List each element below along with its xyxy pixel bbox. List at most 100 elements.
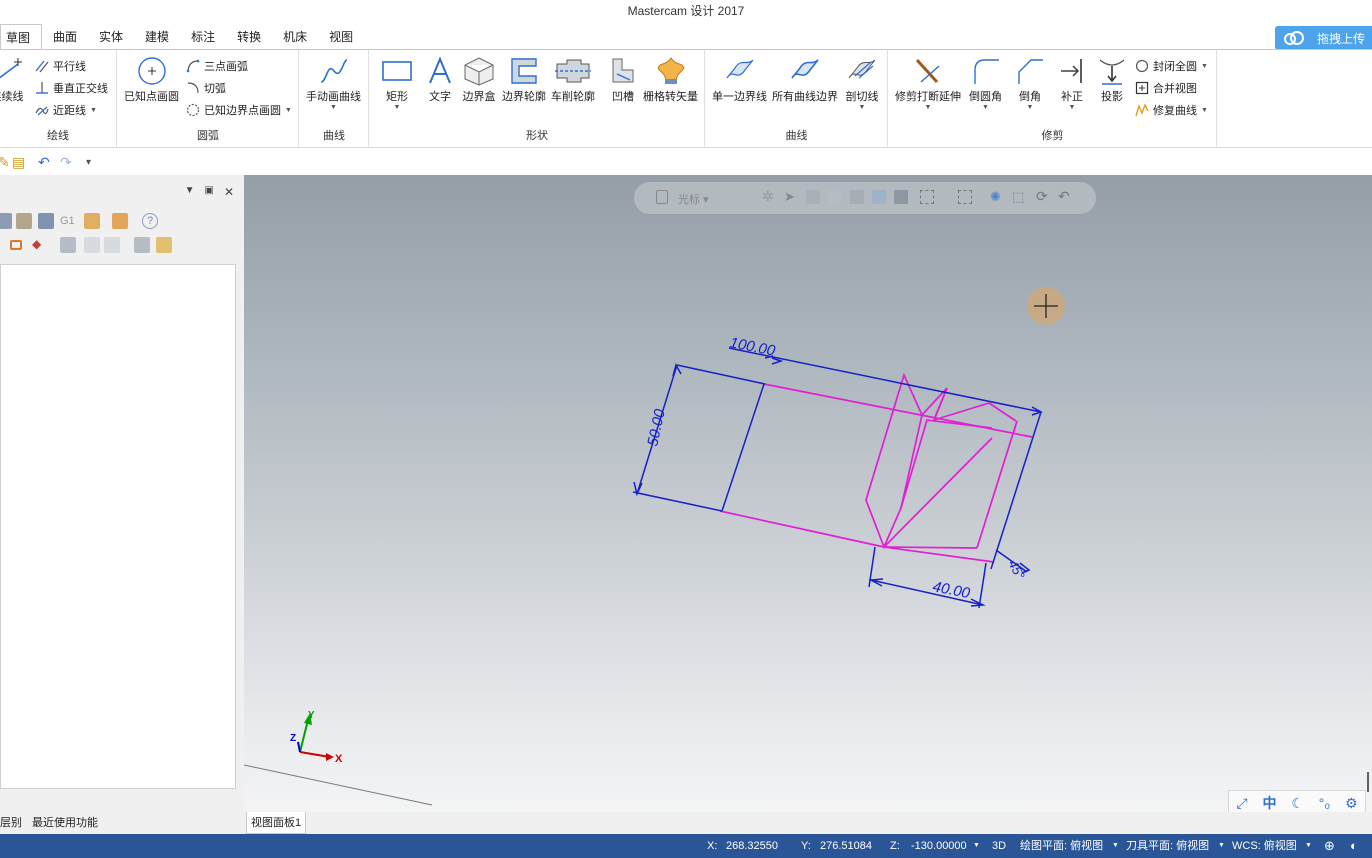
- upload-label: 拖拽上传: [1317, 31, 1366, 46]
- graph-icon[interactable]: [134, 237, 150, 253]
- customize-qat-icon[interactable]: ▾: [86, 157, 91, 168]
- tab-view-panel-1[interactable]: 视图面板1: [246, 812, 307, 834]
- upload-button[interactable]: 拖拽上传: [1275, 26, 1372, 50]
- manual-curve-button[interactable]: 手动画曲线 ▼: [306, 56, 361, 112]
- slice-curve-button[interactable]: 剖切线 ▼: [845, 56, 879, 112]
- turn-profile-button[interactable]: 车削轮廓: [551, 56, 595, 104]
- surface-edge-icon: [725, 59, 753, 79]
- panel-menu-icon[interactable]: ▼: [185, 185, 195, 199]
- perpendicular-line-button[interactable]: 垂直正交线: [35, 80, 108, 96]
- part-geometry[interactable]: [719, 372, 1033, 563]
- construction-plane[interactable]: 绘图平面: 俯视图: [1020, 834, 1103, 858]
- trim-icon: [915, 58, 940, 84]
- graphics-viewport[interactable]: 光标 ▾ ✲ ➤ ✺ ⬚ ⟳ ↶ 100.00 50.00 40.00 45° …: [244, 175, 1372, 812]
- trim-break-extend-button[interactable]: 修剪打断延伸 ▼: [895, 56, 961, 112]
- text-button[interactable]: 文字: [425, 56, 455, 104]
- operations-tree[interactable]: [0, 264, 236, 789]
- z-dropdown-icon[interactable]: ▼: [973, 834, 980, 858]
- tab-solid[interactable]: 实体: [88, 24, 134, 50]
- tab-dimension[interactable]: 标注: [180, 24, 226, 50]
- closest-line-button[interactable]: 近距线 ▼: [35, 102, 97, 118]
- tab-transform[interactable]: 转换: [226, 24, 272, 50]
- arc-3-points-button[interactable]: 三点画弧: [186, 58, 248, 74]
- mode-3d-toggle[interactable]: 3D: [992, 834, 1006, 858]
- tab-view[interactable]: 视图: [318, 24, 364, 50]
- tab-model[interactable]: 建模: [134, 24, 180, 50]
- move-icon[interactable]: [104, 237, 120, 253]
- stock-icon[interactable]: [38, 213, 54, 229]
- tab-sketch[interactable]: 草图: [0, 24, 43, 50]
- line-icon: [0, 58, 22, 79]
- dots-icon[interactable]: °₀: [1319, 795, 1330, 811]
- groove-button[interactable]: 凹槽: [608, 56, 638, 104]
- all-curve-edges-button[interactable]: 所有曲线边界: [772, 56, 838, 104]
- groove-icon: [612, 58, 634, 83]
- gear-icon[interactable]: ⚙: [1345, 795, 1358, 812]
- dimension-angle: 45°: [1005, 557, 1027, 581]
- save-icon[interactable]: ▤: [12, 154, 25, 171]
- copy-icon[interactable]: [84, 237, 100, 253]
- parallel-line-button[interactable]: 平行线: [35, 58, 86, 74]
- tool-plane[interactable]: 刀具平面: 俯视图: [1126, 834, 1209, 858]
- circle-edge-point-button[interactable]: 已知边界点画圆 ▼: [186, 102, 292, 118]
- join-entities-button[interactable]: 合并视图: [1135, 80, 1197, 96]
- redo-icon[interactable]: ↷: [60, 154, 72, 171]
- tplane-dropdown-icon[interactable]: ▼: [1218, 834, 1225, 858]
- z-depth[interactable]: -130.00000: [911, 834, 967, 858]
- panel-toolbar-1: G1 ?: [0, 211, 244, 233]
- group-label-curve-boundary: 曲线: [785, 130, 808, 142]
- display-icon[interactable]: ◐: [1350, 834, 1358, 858]
- wcs-dropdown-icon[interactable]: ▼: [1305, 834, 1312, 858]
- select-icon[interactable]: [10, 240, 22, 250]
- viewport-nav-toolbar: ⤢ 中 ☾ °₀ ⚙: [1228, 790, 1366, 812]
- panel-pin-icon[interactable]: ▣: [204, 185, 213, 199]
- bounding-box-button[interactable]: 边界盒: [462, 56, 496, 104]
- tab-machine[interactable]: 机床: [272, 24, 318, 50]
- project-button[interactable]: 投影: [1097, 56, 1127, 104]
- group-curve-boundary: 单一边界线 所有曲线边界 剖切线 ▼ 曲线: [706, 50, 888, 147]
- circle-center-point-button[interactable]: 已知点画圆: [124, 56, 179, 104]
- rectangle-button[interactable]: 矩形 ▼: [380, 56, 414, 112]
- group-label-shape: 形状: [526, 130, 548, 142]
- continuous-line-button[interactable]: 连续线: [0, 58, 24, 104]
- status-bar: X: 268.32550 Y: 276.51084 Z: -130.00000 …: [0, 834, 1372, 858]
- layers-icon[interactable]: [0, 213, 12, 229]
- full-circle-icon: [1135, 59, 1149, 73]
- cplane-dropdown-icon[interactable]: ▼: [1112, 834, 1119, 858]
- panel-close-icon[interactable]: ✕: [224, 185, 234, 199]
- g1-icon[interactable]: G1: [60, 213, 78, 229]
- wand-icon[interactable]: [156, 237, 172, 253]
- tab-recent-functions[interactable]: 最近使用功能: [32, 814, 98, 830]
- fillet-button[interactable]: 倒圆角 ▼: [969, 56, 1002, 112]
- filter-icon[interactable]: [60, 237, 76, 253]
- repair-curve-icon: [1135, 103, 1149, 117]
- x-coordinate: 268.32550: [726, 840, 778, 852]
- night-mode-icon[interactable]: ☾: [1291, 795, 1304, 812]
- tab-surface[interactable]: 曲面: [42, 24, 88, 50]
- boundary-profile-button[interactable]: 边界轮廓: [502, 56, 546, 104]
- close-arc-button[interactable]: 封闭全圆 ▼: [1135, 58, 1208, 74]
- join-icon: [1135, 81, 1149, 95]
- edit-icon[interactable]: ✎: [0, 154, 10, 171]
- undo-icon[interactable]: ↶: [38, 154, 50, 171]
- post-icon[interactable]: [84, 213, 100, 229]
- language-toggle[interactable]: 中: [1262, 793, 1276, 812]
- help-icon[interactable]: ?: [142, 213, 158, 229]
- raster-to-vector-button[interactable]: 栅格转矢量: [643, 56, 698, 104]
- tab-levels[interactable]: 层别: [0, 814, 22, 830]
- expand-icon[interactable]: ◆: [32, 237, 48, 253]
- zoom-fit-icon[interactable]: ⤢: [1236, 795, 1247, 812]
- cloud-icon: [1284, 31, 1304, 45]
- z-label[interactable]: Z:: [890, 834, 900, 858]
- single-edge-curve-button[interactable]: 单一边界线: [712, 56, 767, 104]
- offset-button[interactable]: 补正 ▼: [1057, 56, 1087, 112]
- chamfer-button[interactable]: 倒角 ▼: [1015, 56, 1045, 112]
- operations-icon[interactable]: [16, 213, 32, 229]
- globe-icon[interactable]: ⊕: [1324, 834, 1335, 858]
- wcs-selector[interactable]: WCS: 俯视图: [1232, 834, 1297, 858]
- tool-icon[interactable]: [112, 213, 128, 229]
- dimension-annotations[interactable]: [632, 347, 1043, 609]
- arc-tangent-button[interactable]: 切弧: [186, 80, 226, 96]
- y-coordinate: 276.51084: [820, 840, 872, 852]
- repair-curve-button[interactable]: 修复曲线 ▼: [1135, 102, 1208, 118]
